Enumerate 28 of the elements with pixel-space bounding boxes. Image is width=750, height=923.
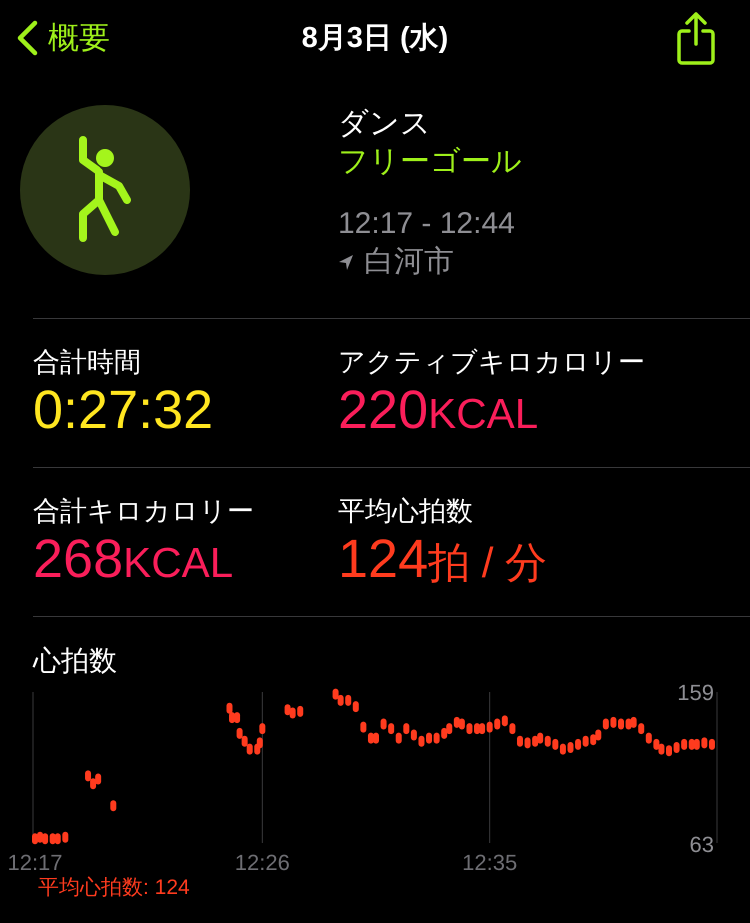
chart-title: 心拍数 bbox=[33, 645, 117, 676]
back-button[interactable]: 概要 bbox=[16, 16, 110, 58]
axis-tick-label: 12:17 bbox=[7, 850, 63, 875]
axis-tick-label: 12:26 bbox=[234, 850, 290, 875]
time-range: 12:17 - 12:44 bbox=[338, 206, 516, 242]
stat-value: 0:27:32 bbox=[33, 379, 214, 441]
stat-value: 220KCAL bbox=[338, 379, 540, 442]
location-arrow-icon bbox=[338, 254, 354, 270]
location: 白河市 bbox=[364, 244, 454, 280]
heart-rate-point bbox=[110, 800, 116, 812]
axis-tick-label: 63 bbox=[690, 832, 714, 857]
stat-value: 268KCAL bbox=[33, 528, 234, 591]
axis-tick-label: 159 bbox=[677, 680, 714, 705]
stat-value: 124拍 / 分 bbox=[338, 528, 548, 591]
average-heart-rate: 平均心拍数: 124 bbox=[38, 876, 190, 899]
heart-rate-point bbox=[259, 723, 266, 734]
page-title: 8月3日 (水) bbox=[302, 22, 448, 54]
heart-rate-point bbox=[568, 742, 574, 754]
share-icon[interactable] bbox=[676, 10, 716, 64]
heart-rate-point bbox=[666, 745, 672, 756]
stat-label: アクティブキロカロリー bbox=[338, 346, 646, 379]
stat-label: 合計キロカロリー bbox=[33, 495, 255, 528]
stat-label: 平均心拍数 bbox=[338, 495, 474, 528]
chevron-left-icon bbox=[16, 20, 38, 56]
workout-name: ダンス bbox=[338, 106, 432, 142]
workout-goal: フリーゴール bbox=[338, 144, 522, 180]
axis-tick-label: 12:35 bbox=[462, 850, 518, 875]
stat-label: 合計時間 bbox=[33, 346, 142, 379]
